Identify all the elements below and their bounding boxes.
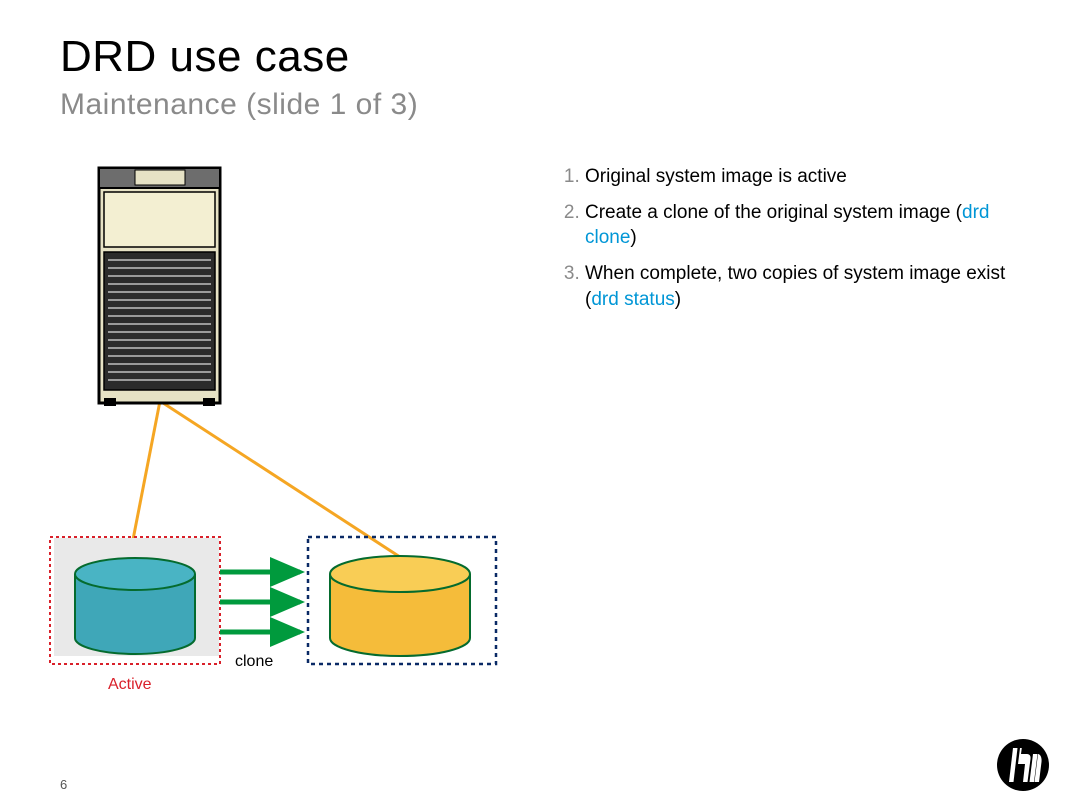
step-item: Original system image is active [585, 164, 1015, 190]
step-command: drd status [591, 289, 674, 310]
steps-list: Original system image is active Create a… [555, 164, 1015, 322]
step-item: When complete, two copies of system imag… [585, 261, 1015, 312]
clone-label: clone [235, 653, 273, 671]
slide-subtitle: Maintenance (slide 1 of 3) [60, 88, 418, 122]
step-text-post: ) [630, 227, 636, 248]
hp-logo-icon [996, 738, 1050, 792]
clone-arrows-icon [220, 572, 300, 632]
slide: DRD use case Maintenance (slide 1 of 3) … [0, 0, 1080, 810]
disk-active-icon [75, 558, 195, 654]
slide-title: DRD use case [60, 32, 350, 82]
disk-clone-icon [330, 556, 470, 656]
step-text: Original system image is active [585, 166, 847, 187]
step-item: Create a clone of the original system im… [585, 200, 1015, 251]
page-number: 6 [60, 777, 67, 792]
server-icon [99, 168, 220, 406]
step-text: Create a clone of the original system im… [585, 202, 962, 223]
active-label: Active [108, 676, 152, 694]
step-text-post: ) [675, 289, 681, 310]
